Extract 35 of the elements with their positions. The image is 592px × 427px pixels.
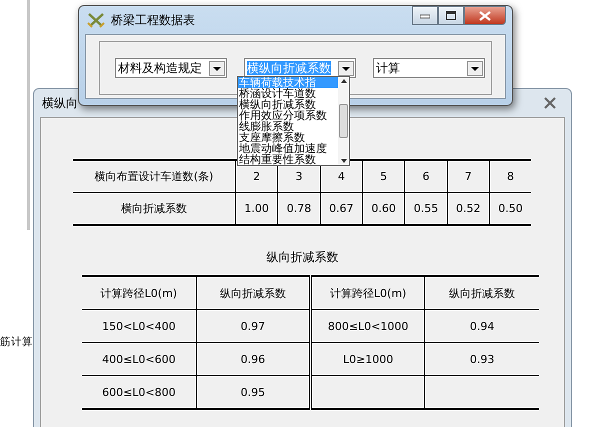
table-cell: 0.97 [196,310,310,342]
column-header: 计算跨径L0(m) [310,276,425,310]
window-title: 横纵向 [42,94,78,112]
table-cell: 5 [362,160,405,192]
list-item[interactable]: 地震动峰值加速度 [238,143,338,154]
window-title: 桥梁工程数据表 [111,12,195,28]
table-title: 纵向折减系数 [266,250,338,264]
column-header: 纵向折减系数 [196,276,310,310]
close-icon [479,10,491,20]
list-item[interactable]: 横纵向折减系数 [238,99,338,110]
table-cell: 6 [404,160,448,192]
minimize-button[interactable] [412,6,438,25]
dropdown[interactable]: 材料及构造规定 [115,58,227,78]
column-header: 计算跨径L0(m) [82,276,196,310]
maximize-button[interactable] [438,6,464,25]
dropdown[interactable]: 计算 [373,58,485,78]
close-icon[interactable] [543,97,557,109]
table-cell: 0.96 [196,342,310,376]
table-cell: L0≥1000 [310,342,425,376]
table-cell: 横向布置设计车道数(条) [73,160,236,192]
list-item[interactable]: 线膨胀系数 [238,121,338,132]
background-text: 筋计算 [0,336,33,348]
table-cell: 800≤L0<1000 [310,310,425,342]
list-item[interactable]: 作用效应分项系数 [238,110,338,121]
list-item[interactable]: 支座摩擦系数 [238,132,338,143]
table-cell: 7 [447,160,490,192]
crossed-swords-icon [87,12,105,28]
close-button[interactable] [464,6,506,25]
list-item[interactable]: 桥涵设计车道数 [238,88,338,99]
scroll-down-icon[interactable] [338,157,348,165]
scrollbar[interactable] [338,77,349,165]
table-cell: 150<L0<400 [82,310,196,342]
minimize-icon [420,12,430,18]
maximize-icon [446,11,456,20]
table-cell: 400≤L0<600 [82,342,196,376]
